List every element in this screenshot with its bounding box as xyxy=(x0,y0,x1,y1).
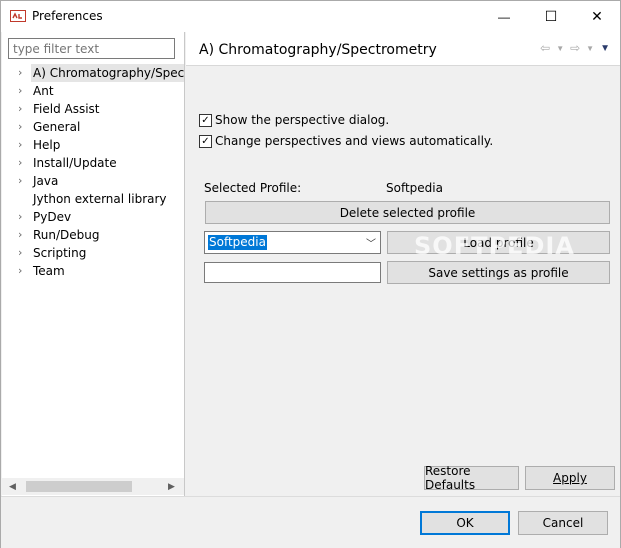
apply-label: Apply xyxy=(553,471,587,485)
chevron-right-icon[interactable]: › xyxy=(18,262,28,280)
tree-item-help[interactable]: › Help xyxy=(2,136,184,154)
tree-item-label: Help xyxy=(33,138,61,152)
tree-item-team[interactable]: › Team xyxy=(2,262,184,280)
tree-item-scripting[interactable]: › Scripting xyxy=(2,244,184,262)
window-title: Preferences xyxy=(32,9,103,23)
eclipse-app-icon xyxy=(10,10,26,22)
tree-item-label: Jython external library xyxy=(33,192,167,206)
chevron-right-icon[interactable]: › xyxy=(18,208,28,226)
tree-item-chromatography[interactable]: › A) Chromatography/Spectrometry xyxy=(2,64,184,82)
page-navigation: ⇦ ▼ ⇨ ▼ ▼ xyxy=(540,41,610,55)
chevron-right-icon[interactable]: › xyxy=(18,244,28,262)
dialog-button-bar: OK Cancel xyxy=(1,496,620,548)
tree-item-label: Run/Debug xyxy=(33,228,100,242)
title-bar: Preferences — ☐ ✕ xyxy=(1,1,620,32)
delete-profile-button[interactable]: Delete selected profile xyxy=(205,201,610,224)
chevron-right-icon[interactable]: › xyxy=(18,226,28,244)
forward-menu-icon[interactable]: ▼ xyxy=(586,44,594,53)
tree-item-general[interactable]: › General xyxy=(2,118,184,136)
tree-item-java[interactable]: › Java xyxy=(2,172,184,190)
tree-item-field-assist[interactable]: › Field Assist xyxy=(2,100,184,118)
back-arrow-icon[interactable]: ⇦ xyxy=(540,41,550,55)
tree-item-ant[interactable]: › Ant xyxy=(2,82,184,100)
chevron-right-icon[interactable]: › xyxy=(18,172,28,190)
ok-button[interactable]: OK xyxy=(420,511,510,535)
page-title: A) Chromatography/Spectrometry xyxy=(199,42,437,58)
minimize-icon: — xyxy=(498,9,510,24)
profile-name-field[interactable] xyxy=(204,262,381,283)
change-perspectives-option[interactable]: ✓ Change perspectives and views automati… xyxy=(199,133,493,149)
chevron-right-icon[interactable]: › xyxy=(18,118,28,136)
tree-item-label: Field Assist xyxy=(33,102,100,116)
checkbox-label: Change perspectives and views automatica… xyxy=(215,134,494,148)
preferences-window: Preferences — ☐ ✕ › A) Chromatography/Sp… xyxy=(0,0,621,548)
tree-horizontal-scrollbar[interactable]: ◀ ▶ xyxy=(2,478,184,495)
chevron-down-icon[interactable]: ﹀ xyxy=(366,235,376,250)
chevron-right-icon[interactable]: › xyxy=(18,100,28,118)
scrollbar-thumb[interactable] xyxy=(26,481,132,492)
tree-item-label: PyDev xyxy=(33,210,72,224)
maximize-button[interactable]: ☐ xyxy=(528,1,574,32)
tree-item-run-debug[interactable]: › Run/Debug xyxy=(2,226,184,244)
restore-defaults-button[interactable]: Restore Defaults xyxy=(424,464,519,492)
view-menu-icon[interactable]: ▼ xyxy=(600,43,610,54)
tree-item-install-update[interactable]: › Install/Update xyxy=(2,154,184,172)
scroll-right-icon[interactable]: ▶ xyxy=(163,478,180,495)
filter-input[interactable] xyxy=(8,38,175,59)
preference-page: A) Chromatography/Spectrometry ⇦ ▼ ⇨ ▼ ▼… xyxy=(186,32,620,496)
chevron-right-icon[interactable]: › xyxy=(18,82,28,100)
tree-item-label: A) Chromatography/Spectrometry xyxy=(31,64,184,82)
show-perspective-dialog-checkbox[interactable]: ✓ xyxy=(199,113,212,127)
tree-item-label: Install/Update xyxy=(33,156,117,170)
maximize-icon: ☐ xyxy=(544,8,558,24)
forward-arrow-icon[interactable]: ⇨ xyxy=(570,41,580,55)
selected-profile-value: Softpedia xyxy=(386,181,443,195)
tree-item-label: Scripting xyxy=(33,246,87,260)
minimize-button[interactable]: — xyxy=(481,1,527,32)
scroll-left-icon[interactable]: ◀ xyxy=(4,478,21,495)
cancel-button[interactable]: Cancel xyxy=(518,511,608,535)
profile-combo-value: Softpedia xyxy=(208,235,267,250)
save-settings-button[interactable]: Save settings as profile xyxy=(387,261,610,284)
tree-item-pydev[interactable]: › PyDev xyxy=(2,208,184,226)
preference-tree-panel: › A) Chromatography/Spectrometry › Ant ›… xyxy=(2,32,185,496)
apply-button[interactable]: Apply xyxy=(525,466,615,490)
tree-item-label: Ant xyxy=(33,84,54,98)
tree-item-label: Java xyxy=(33,174,59,188)
close-icon: ✕ xyxy=(591,8,603,24)
tree-item-label: General xyxy=(33,120,81,134)
chevron-right-icon[interactable]: › xyxy=(18,154,28,172)
tree-item-jython[interactable]: Jython external library xyxy=(2,190,184,208)
page-header: A) Chromatography/Spectrometry ⇦ ▼ ⇨ ▼ ▼ xyxy=(186,32,620,66)
profile-combo[interactable]: Softpedia ﹀ xyxy=(204,231,381,254)
back-menu-icon[interactable]: ▼ xyxy=(556,44,564,53)
close-window-button[interactable]: ✕ xyxy=(574,1,620,32)
tree-item-label: Team xyxy=(33,264,65,278)
change-perspectives-checkbox[interactable]: ✓ xyxy=(199,134,212,148)
checkbox-label: Show the perspective dialog. xyxy=(215,113,390,127)
chevron-right-icon[interactable]: › xyxy=(18,64,28,82)
show-perspective-dialog-option[interactable]: ✓ Show the perspective dialog. xyxy=(199,112,389,128)
chevron-right-icon[interactable]: › xyxy=(18,136,28,154)
selected-profile-label: Selected Profile: xyxy=(204,181,302,195)
softpedia-watermark: SOFTPEDIA xyxy=(414,232,575,260)
